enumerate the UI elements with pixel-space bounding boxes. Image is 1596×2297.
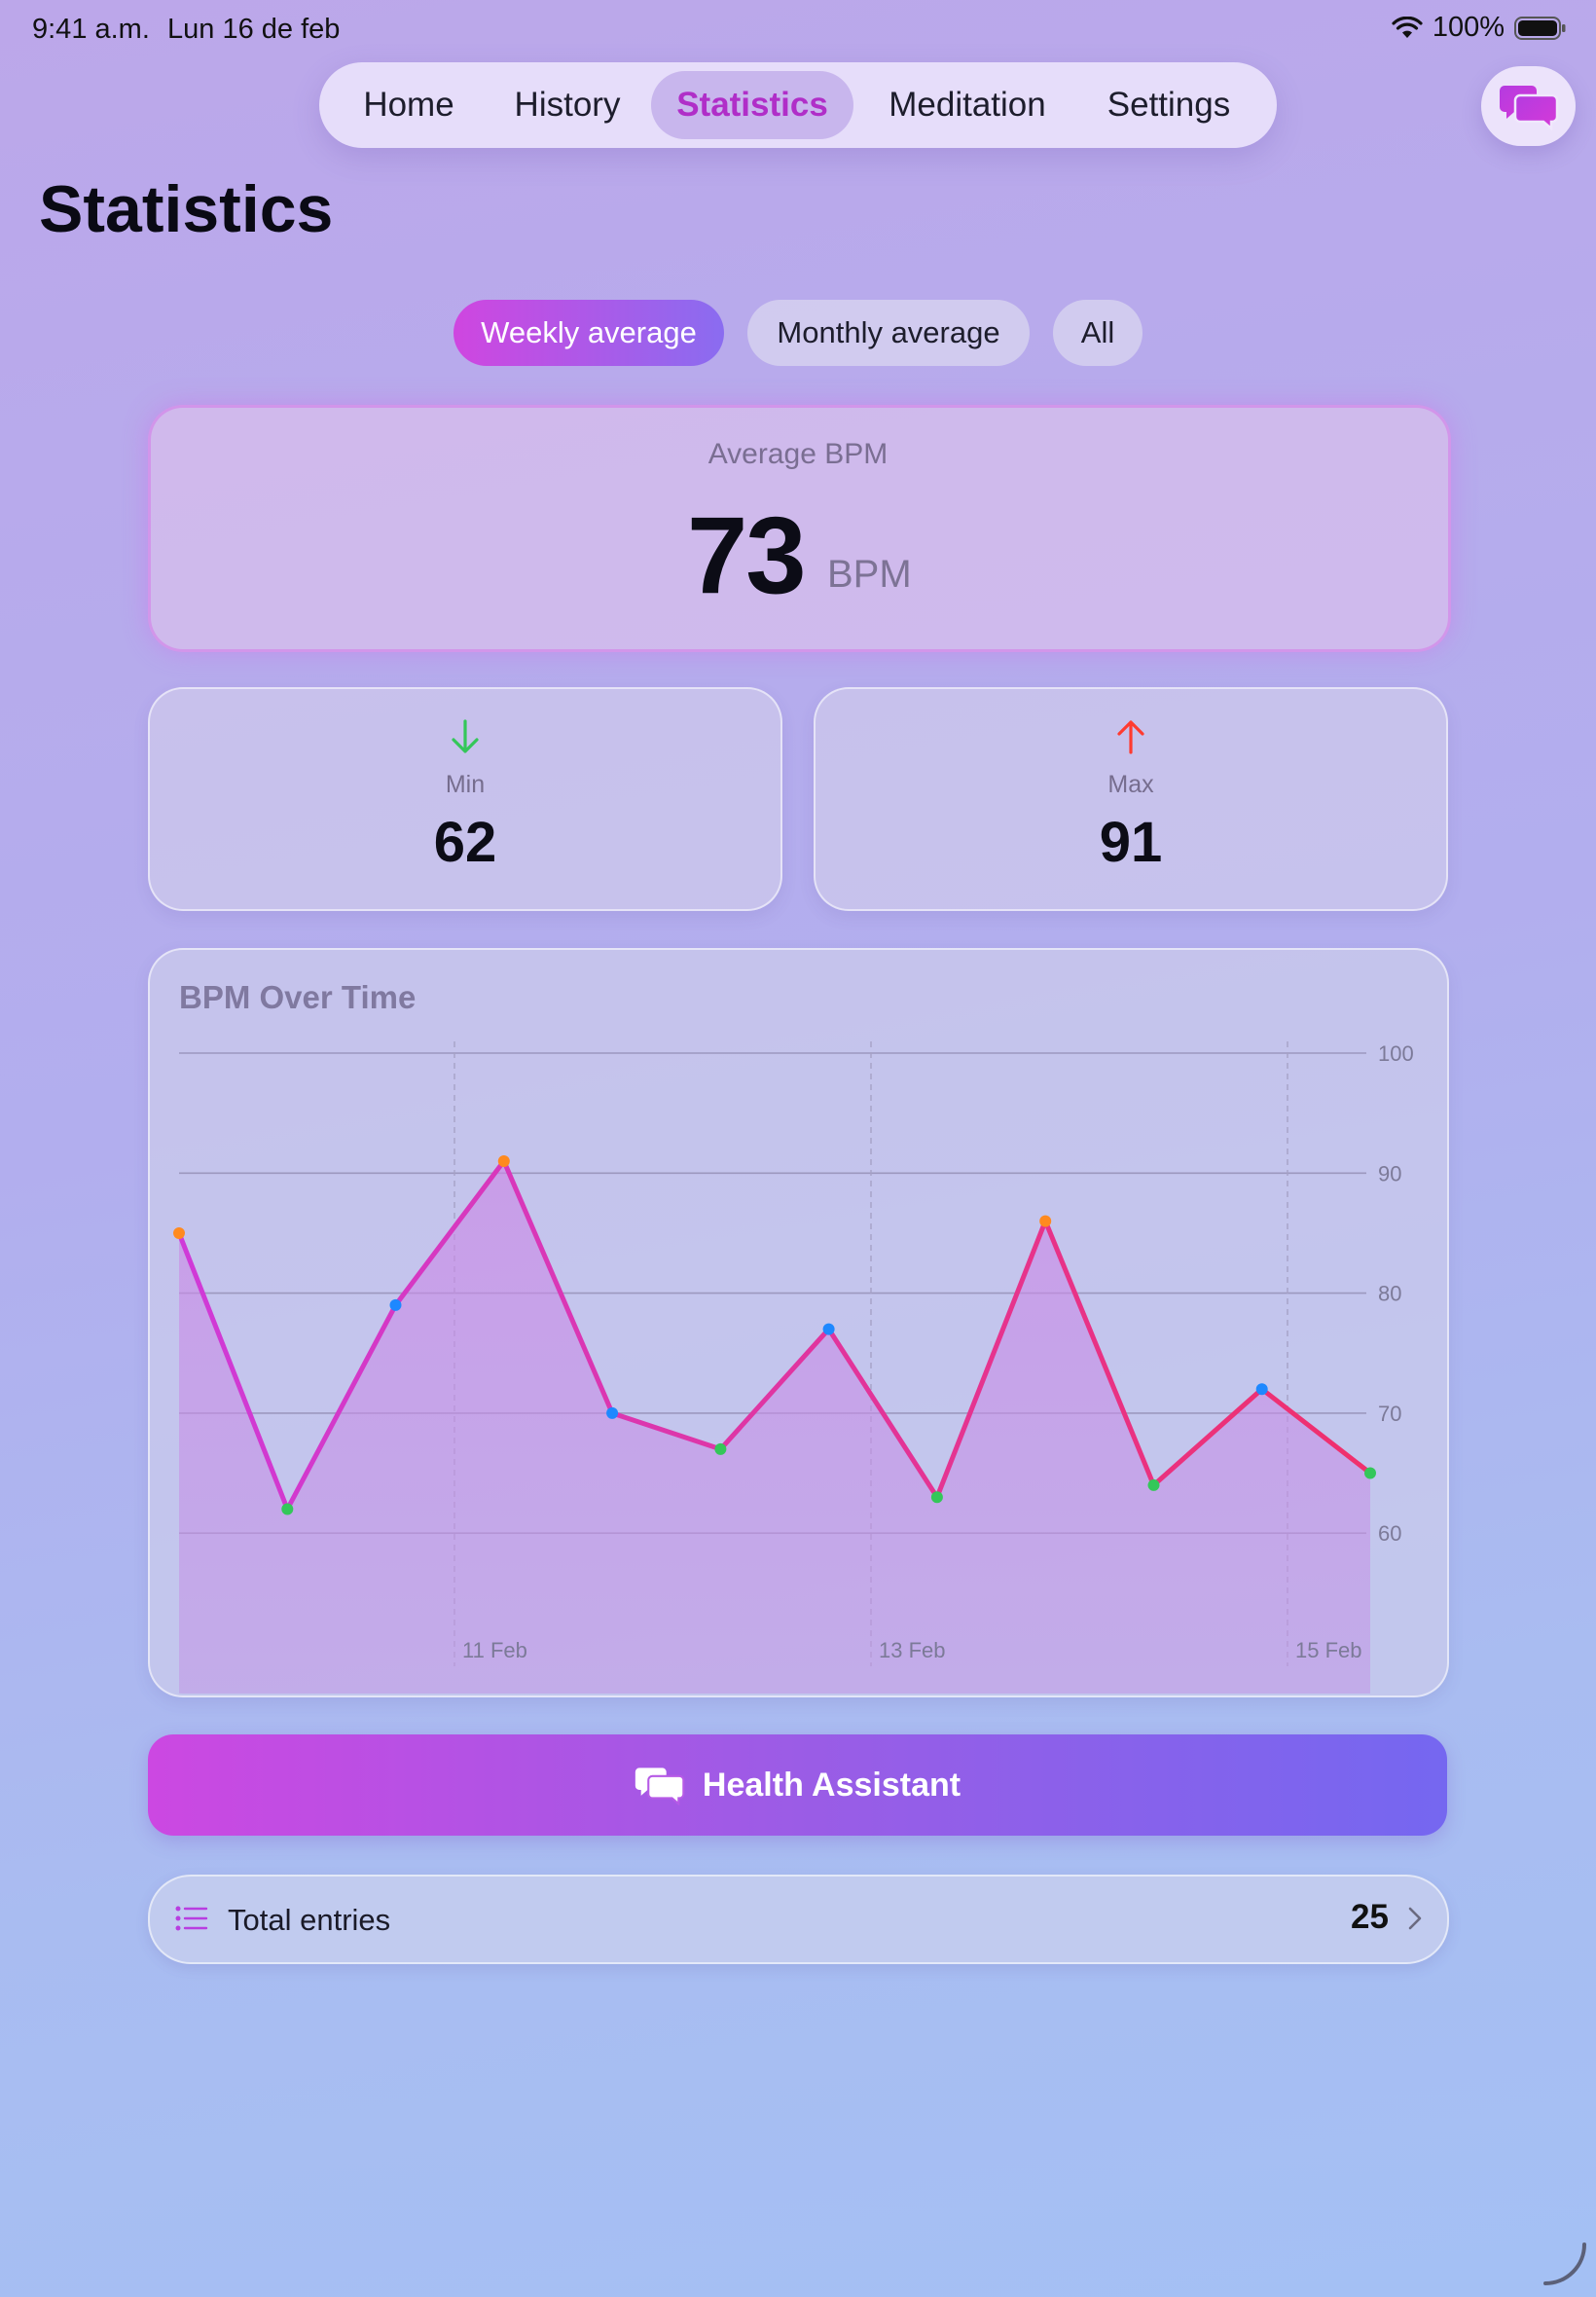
bpm-data-point[interactable] — [930, 1491, 943, 1504]
x-tick-label: 11 Feb — [462, 1638, 527, 1662]
resize-handle-icon[interactable] — [1542, 2241, 1588, 2287]
list-icon — [175, 1906, 208, 1931]
y-tick-label: 70 — [1378, 1402, 1401, 1426]
bpm-data-point[interactable] — [281, 1503, 294, 1515]
bpm-line-chart: 100 90 80 70 60 11 Feb 13 Feb 15 Feb — [173, 1041, 1414, 1694]
y-tick-label: 60 — [1378, 1521, 1401, 1546]
bpm-data-point[interactable] — [1039, 1215, 1052, 1227]
bpm-data-point[interactable] — [822, 1323, 835, 1335]
bpm-data-point[interactable] — [714, 1442, 727, 1455]
bpm-data-point[interactable] — [389, 1298, 402, 1311]
y-tick-label: 80 — [1378, 1282, 1401, 1306]
health-assistant-label: Health Assistant — [702, 1766, 961, 1804]
x-tick-label: 15 Feb — [1295, 1638, 1362, 1662]
bpm-area — [179, 1161, 1370, 1694]
bpm-data-point[interactable] — [1255, 1383, 1268, 1396]
x-tick-label: 13 Feb — [879, 1638, 946, 1662]
y-tick-label: 90 — [1378, 1161, 1401, 1185]
bpm-data-point[interactable] — [173, 1227, 185, 1239]
bpm-data-point[interactable] — [1147, 1478, 1160, 1491]
y-tick-label: 100 — [1378, 1041, 1414, 1066]
chevron-right-icon — [1408, 1907, 1422, 1930]
health-assistant-button[interactable]: Health Assistant — [148, 1734, 1447, 1836]
bpm-data-point[interactable] — [497, 1155, 510, 1167]
bpm-data-point[interactable] — [1364, 1467, 1376, 1479]
chat-bubbles-icon — [635, 1768, 685, 1805]
total-entries-count: 25 — [1351, 1898, 1389, 1936]
bpm-data-point[interactable] — [606, 1406, 619, 1419]
total-entries-label: Total entries — [228, 1903, 391, 1937]
